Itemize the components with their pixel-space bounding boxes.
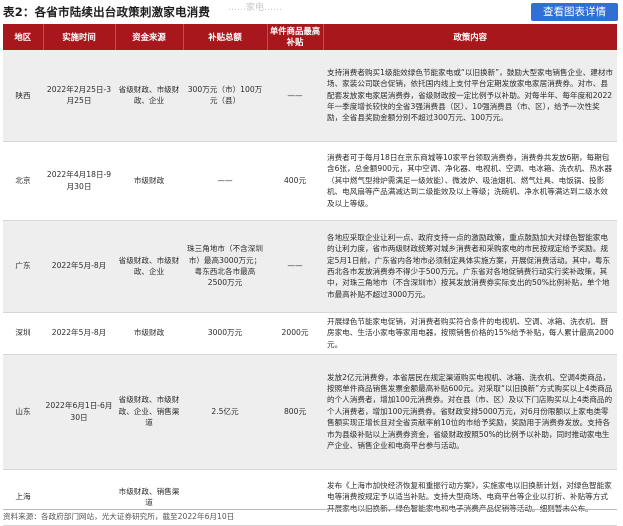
cell-funding: 市级财政	[115, 141, 183, 221]
column-header-total: 补贴总额	[183, 24, 268, 50]
source-note: 资料来源：各政府部门网站，光大证券研究所，截至2022年6月10日	[3, 512, 235, 521]
cell-policy-content: 消费者可于每月18日在京东商城等10家平台领取消费券，消费券共发放6期，每期包含…	[323, 141, 617, 221]
column-header-region: 地区	[3, 24, 44, 50]
cell-region: 陕西	[3, 50, 43, 142]
cell-max-subsidy: ——	[267, 220, 323, 313]
cell-total: 珠三角地市（不含深圳市）最高3000万元；粤东西北各市最高2500万元	[183, 220, 267, 313]
cell-region: 山东	[3, 354, 43, 470]
cell-funding: 省级财政、市级财政、企业	[115, 50, 183, 142]
cell-region: 北京	[3, 141, 43, 221]
table-row: 山东 2022年6月1日-6月30日 省级财政、市级财政、企业、销售渠道 2.5…	[3, 354, 617, 470]
cell-region: 广东	[3, 220, 43, 313]
view-chart-details-button[interactable]: 查看图表详情	[531, 3, 618, 21]
cell-total: 2.5亿元	[183, 354, 267, 470]
cell-policy-content: 发放2亿元消费券，本省居民在规定渠道购买电视机、冰箱、洗衣机、空调4类商品，按照…	[323, 354, 617, 470]
cell-policy-content: 各地应采取企业让利一点、政府支持一点的激励政策，重点鼓励加大对绿色智能家电的让利…	[323, 220, 617, 313]
cell-max-subsidy	[267, 469, 323, 526]
cell-policy-content: 开展绿色节能家电促销，对消费者购买符合条件的电视机、空调、冰箱、洗衣机、厨房家电…	[323, 312, 617, 355]
cell-max-subsidy: ——	[267, 50, 323, 142]
table-title: 表2：各省市陆续出台政策刺激家电消费	[3, 5, 211, 19]
cell-policy-content: 支持消费者购买1级能效绿色节能家电或“以旧换新”，鼓励大型家电销售企业、建材市场…	[323, 50, 617, 142]
cell-total: ——	[183, 141, 267, 221]
cell-total: 300万元（市）100万元（县）	[183, 50, 267, 142]
faded-header-text: ……家电……	[228, 3, 283, 13]
cell-total: 3000万元	[183, 312, 267, 355]
table-row: 深圳 2022年5月-8月 市级财政 3000万元 2000元 开展绿色节能家电…	[3, 312, 617, 355]
table-header-row: 地区 实施时间 资金来源 补贴总额 单件商品最高补贴 政策内容	[3, 24, 617, 50]
cell-funding: 省级财政、市级财政、企业、销售渠道	[115, 354, 183, 470]
column-header-max-subsidy: 单件商品最高补贴	[267, 24, 324, 50]
cell-time: 2022年2月25日-3月25日	[43, 50, 115, 142]
table-row: 广东 2022年5月-8月 省级财政、市级财政、企业 珠三角地市（不含深圳市）最…	[3, 220, 617, 313]
cell-region: 深圳	[3, 312, 43, 355]
cell-max-subsidy: 400元	[267, 141, 323, 221]
column-header-time: 实施时间	[43, 24, 116, 50]
cell-max-subsidy: 2000元	[267, 312, 323, 355]
table-row: 北京 2022年4月18日-9月30日 市级财政 —— 400元 消费者可于每月…	[3, 141, 617, 221]
column-header-policy-content: 政策内容	[323, 24, 617, 50]
cell-policy-content: 发布《上海市加快经济恢复和重振行动方案》，实施家电以旧换新计划，对绿色智能家电等…	[323, 469, 617, 526]
header-bar: ……家电…… 表2：各省市陆续出台政策刺激家电消费 查看图表详情	[0, 0, 623, 22]
cell-funding: 省级财政、市级财政、企业	[115, 220, 183, 313]
cell-time: 2022年4月18日-9月30日	[43, 141, 115, 221]
cell-time: 2022年5月-8月	[43, 312, 115, 355]
cell-max-subsidy: 800元	[267, 354, 323, 470]
cell-funding: 市级财政	[115, 312, 183, 355]
cell-time: 2022年5月-8月	[43, 220, 115, 313]
source-divider	[3, 509, 617, 510]
column-header-funding: 资金来源	[115, 24, 184, 50]
policy-table: 地区 实施时间 资金来源 补贴总额 单件商品最高补贴 政策内容 陕西 2022年…	[3, 24, 617, 526]
cell-time: 2022年6月1日-6月30日	[43, 354, 115, 470]
table-row: 陕西 2022年2月25日-3月25日 省级财政、市级财政、企业 300万元（市…	[3, 50, 617, 142]
